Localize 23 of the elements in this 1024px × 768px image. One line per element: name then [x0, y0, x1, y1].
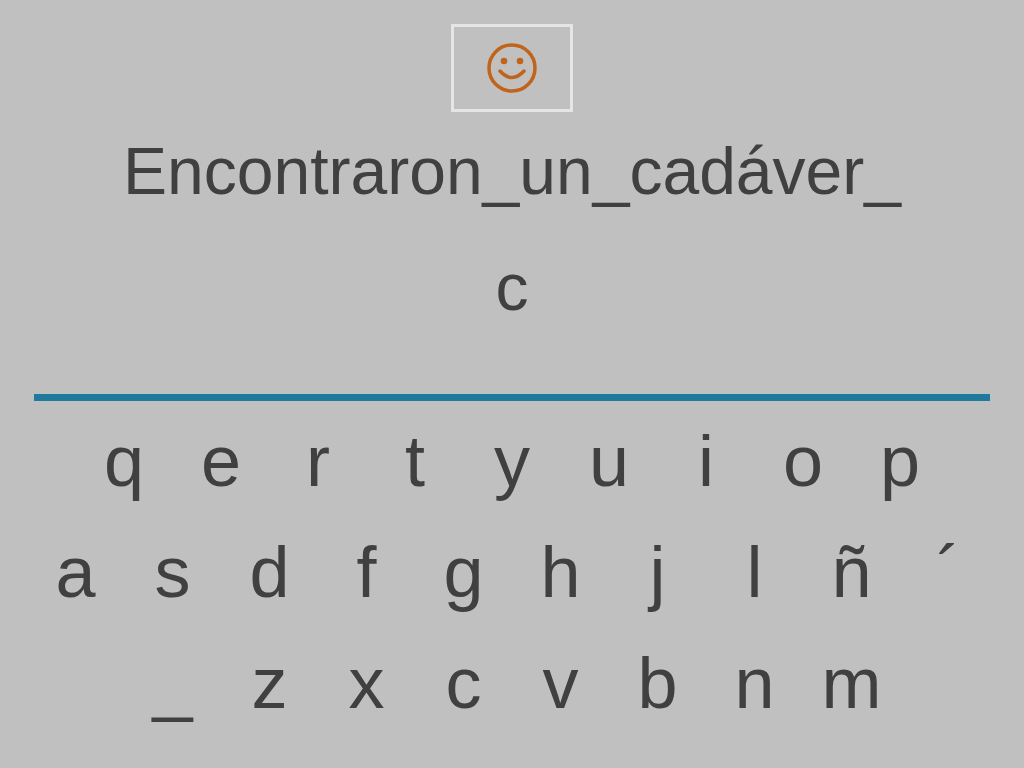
letter-key[interactable]: v	[512, 646, 609, 719]
letter-key[interactable]: u	[560, 424, 658, 497]
letter-key[interactable]: c	[415, 646, 512, 719]
letter-key[interactable]: s	[124, 535, 221, 608]
letter-key[interactable]: ñ	[803, 535, 900, 608]
letter-key[interactable]: l	[706, 535, 803, 608]
letter-key[interactable]: ´	[900, 535, 997, 608]
letter-key[interactable]: x	[318, 646, 415, 719]
letter-key[interactable]: b	[609, 646, 706, 719]
letter-key[interactable]: d	[221, 535, 318, 608]
letter-key[interactable]: z	[221, 646, 318, 719]
smiley-icon	[486, 42, 538, 94]
letter-key[interactable]: m	[803, 646, 900, 719]
letter-key[interactable]: r	[269, 424, 367, 497]
letter-key[interactable]: n	[706, 646, 803, 719]
letter-key[interactable]: a	[27, 535, 124, 608]
letter-key[interactable]: o	[754, 424, 852, 497]
answer-text: c	[495, 254, 529, 320]
letter-key[interactable]: t	[366, 424, 464, 497]
letter-key[interactable]: f	[318, 535, 415, 608]
letter-key[interactable]: e	[172, 424, 270, 497]
letter-key[interactable]: h	[512, 535, 609, 608]
letter-key[interactable]: i	[657, 424, 755, 497]
